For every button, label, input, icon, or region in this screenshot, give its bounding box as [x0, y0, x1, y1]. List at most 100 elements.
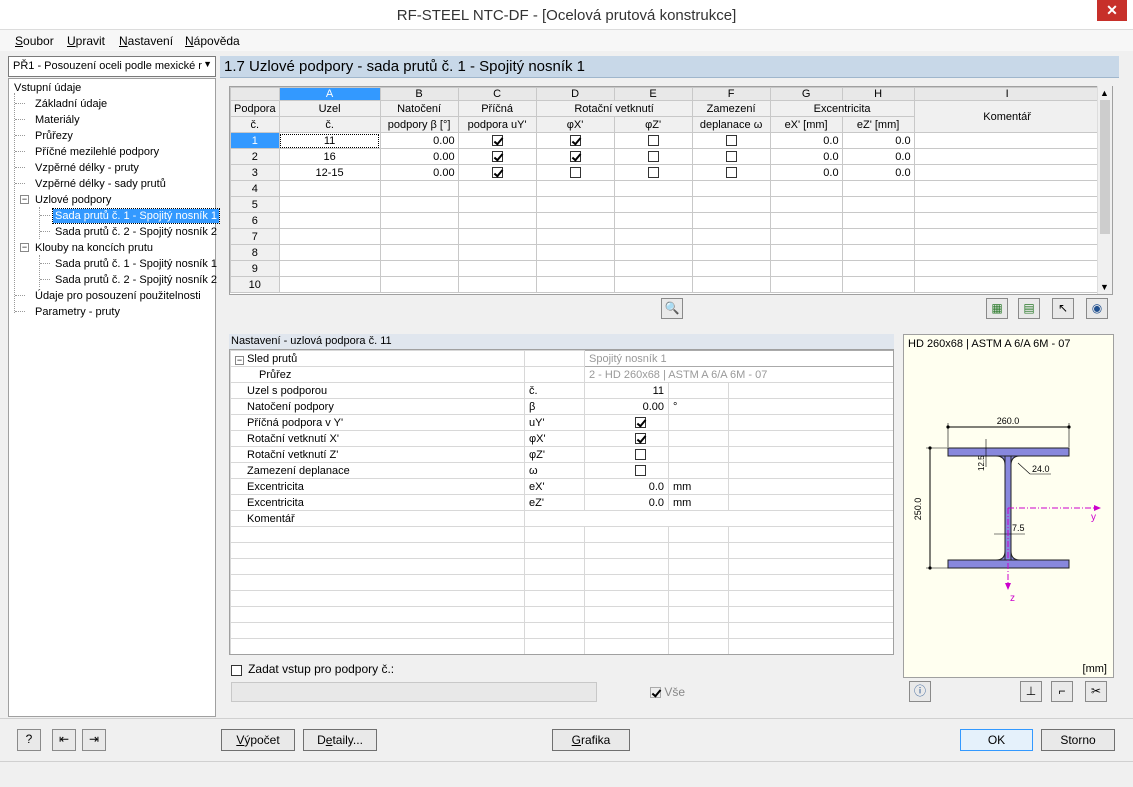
cell-phiz[interactable]: [613, 276, 693, 293]
menu-soubor[interactable]: Soubor: [15, 34, 54, 48]
cell-ez[interactable]: 0.0: [841, 148, 915, 165]
cell-komentar[interactable]: [913, 180, 1101, 197]
cell-phix[interactable]: [535, 148, 615, 165]
table-scrollbar[interactable]: ▲ ▼: [1097, 86, 1112, 294]
cell-ex[interactable]: [769, 196, 843, 213]
excel-export-icon[interactable]: ▦: [986, 298, 1008, 319]
cell-komentar[interactable]: [913, 148, 1101, 165]
row-number[interactable]: 1: [230, 132, 280, 149]
cell-phiz[interactable]: [613, 244, 693, 261]
col-d-header[interactable]: D: [535, 87, 615, 101]
cell-beta[interactable]: 0.00: [379, 164, 459, 181]
cell-ez[interactable]: 0.0: [841, 132, 915, 149]
storno-button[interactable]: Storno: [1041, 729, 1115, 751]
col-f-header[interactable]: F: [691, 87, 771, 101]
cell-omega[interactable]: [691, 276, 771, 293]
nav-pouzitelnost[interactable]: Údaje pro posouzení použitelnosti: [35, 289, 201, 303]
setting-value[interactable]: 0.00: [584, 398, 669, 415]
prev-icon[interactable]: ⇤: [52, 729, 76, 751]
cell-uy[interactable]: [457, 260, 537, 277]
nav-parametry-pruty[interactable]: Parametry - pruty: [35, 305, 120, 319]
row-checkbox[interactable]: [491, 135, 503, 147]
setting-checkbox[interactable]: [635, 417, 646, 429]
col-b-header[interactable]: B: [379, 87, 459, 101]
row-checkbox[interactable]: [647, 167, 659, 179]
setting-value[interactable]: [584, 414, 669, 431]
cell-uzel[interactable]: [278, 228, 381, 245]
close-button[interactable]: ✕: [1097, 0, 1127, 21]
cell-komentar[interactable]: [913, 228, 1101, 245]
cell-uzel[interactable]: [278, 276, 381, 293]
menu-napoveda[interactable]: Nápověda: [185, 34, 240, 48]
cell-uy[interactable]: [457, 196, 537, 213]
nav-uzlove-sada-2[interactable]: Sada prutů č. 2 - Spojitý nosník 2: [55, 225, 217, 239]
row-checkbox[interactable]: [569, 151, 581, 163]
cell-beta[interactable]: 0.00: [379, 148, 459, 165]
vse-checkbox[interactable]: [650, 687, 661, 699]
setting-value[interactable]: 0.0: [584, 494, 669, 511]
cell-omega[interactable]: [691, 148, 771, 165]
row-number[interactable]: 10: [230, 276, 280, 293]
grafika-button[interactable]: Grafika: [552, 729, 630, 751]
case-select[interactable]: PŘ1 - Posouzení oceli podle mexické r ▼: [8, 56, 216, 77]
nav-klouby-sada-2[interactable]: Sada prutů č. 2 - Spojitý nosník 2: [55, 273, 217, 287]
cell-uy[interactable]: [457, 244, 537, 261]
nav-vstupni-udaje[interactable]: Vstupní údaje: [14, 81, 81, 95]
menu-upravit[interactable]: Upravit: [67, 34, 105, 48]
nav-vzperne-delky-pruty[interactable]: Vzpěrné délky - pruty: [35, 161, 139, 175]
col-e-header[interactable]: E: [613, 87, 693, 101]
axes-icon[interactable]: ⌐: [1051, 681, 1073, 702]
row-checkbox[interactable]: [647, 135, 659, 147]
cell-ez[interactable]: [841, 180, 915, 197]
table-row[interactable]: 7: [230, 228, 1101, 245]
vse-checkbox-row[interactable]: Vše: [650, 685, 685, 699]
sled-value[interactable]: Spojitý nosník 1: [584, 350, 893, 367]
cell-beta[interactable]: 0.00: [379, 132, 459, 149]
cell-phiz[interactable]: [613, 212, 693, 229]
col-i-header[interactable]: I: [913, 87, 1101, 101]
row-checkbox[interactable]: [569, 135, 581, 147]
col-g-header[interactable]: G: [769, 87, 843, 101]
setting-checkbox[interactable]: [635, 465, 646, 477]
row-number[interactable]: 6: [230, 212, 280, 229]
nav-uzlove-podpory[interactable]: Uzlové podpory: [35, 193, 111, 207]
cell-uy[interactable]: [457, 180, 537, 197]
cell-ex[interactable]: 0.0: [769, 148, 843, 165]
table-row[interactable]: 5: [230, 196, 1101, 213]
row-number[interactable]: 4: [230, 180, 280, 197]
row-checkbox[interactable]: [647, 151, 659, 163]
cell-uzel[interactable]: [278, 196, 381, 213]
cell-ex[interactable]: [769, 260, 843, 277]
cell-komentar[interactable]: [913, 260, 1101, 277]
cell-ez[interactable]: [841, 276, 915, 293]
zadat-input[interactable]: [231, 682, 597, 702]
setting-checkbox[interactable]: [635, 433, 646, 445]
cell-uzel[interactable]: [278, 212, 381, 229]
cell-uzel[interactable]: 16: [278, 148, 381, 165]
cell-beta[interactable]: [379, 244, 459, 261]
cell-beta[interactable]: [379, 196, 459, 213]
row-number[interactable]: 9: [230, 260, 280, 277]
cell-beta[interactable]: [379, 228, 459, 245]
setting-checkbox[interactable]: [635, 449, 646, 461]
cell-beta[interactable]: [379, 212, 459, 229]
cell-uzel[interactable]: [278, 180, 381, 197]
cell-omega[interactable]: [691, 132, 771, 149]
table-row[interactable]: 6: [230, 212, 1101, 229]
cell-komentar[interactable]: [913, 212, 1101, 229]
cell-ex[interactable]: [769, 212, 843, 229]
col-c-header[interactable]: C: [457, 87, 537, 101]
cell-komentar[interactable]: [913, 276, 1101, 293]
row-number[interactable]: 7: [230, 228, 280, 245]
cell-omega[interactable]: [691, 212, 771, 229]
next-icon[interactable]: ⇥: [82, 729, 106, 751]
cell-phix[interactable]: [535, 212, 615, 229]
table-row[interactable]: 10: [230, 276, 1101, 293]
cell-uy[interactable]: [457, 132, 537, 149]
cell-beta[interactable]: [379, 276, 459, 293]
cell-uy[interactable]: [457, 228, 537, 245]
nav-uzlove-sada-1[interactable]: Sada prutů č. 1 - Spojitý nosník 1: [51, 208, 221, 224]
cell-omega[interactable]: [691, 196, 771, 213]
cell-uy[interactable]: [457, 212, 537, 229]
cell-omega[interactable]: [691, 244, 771, 261]
